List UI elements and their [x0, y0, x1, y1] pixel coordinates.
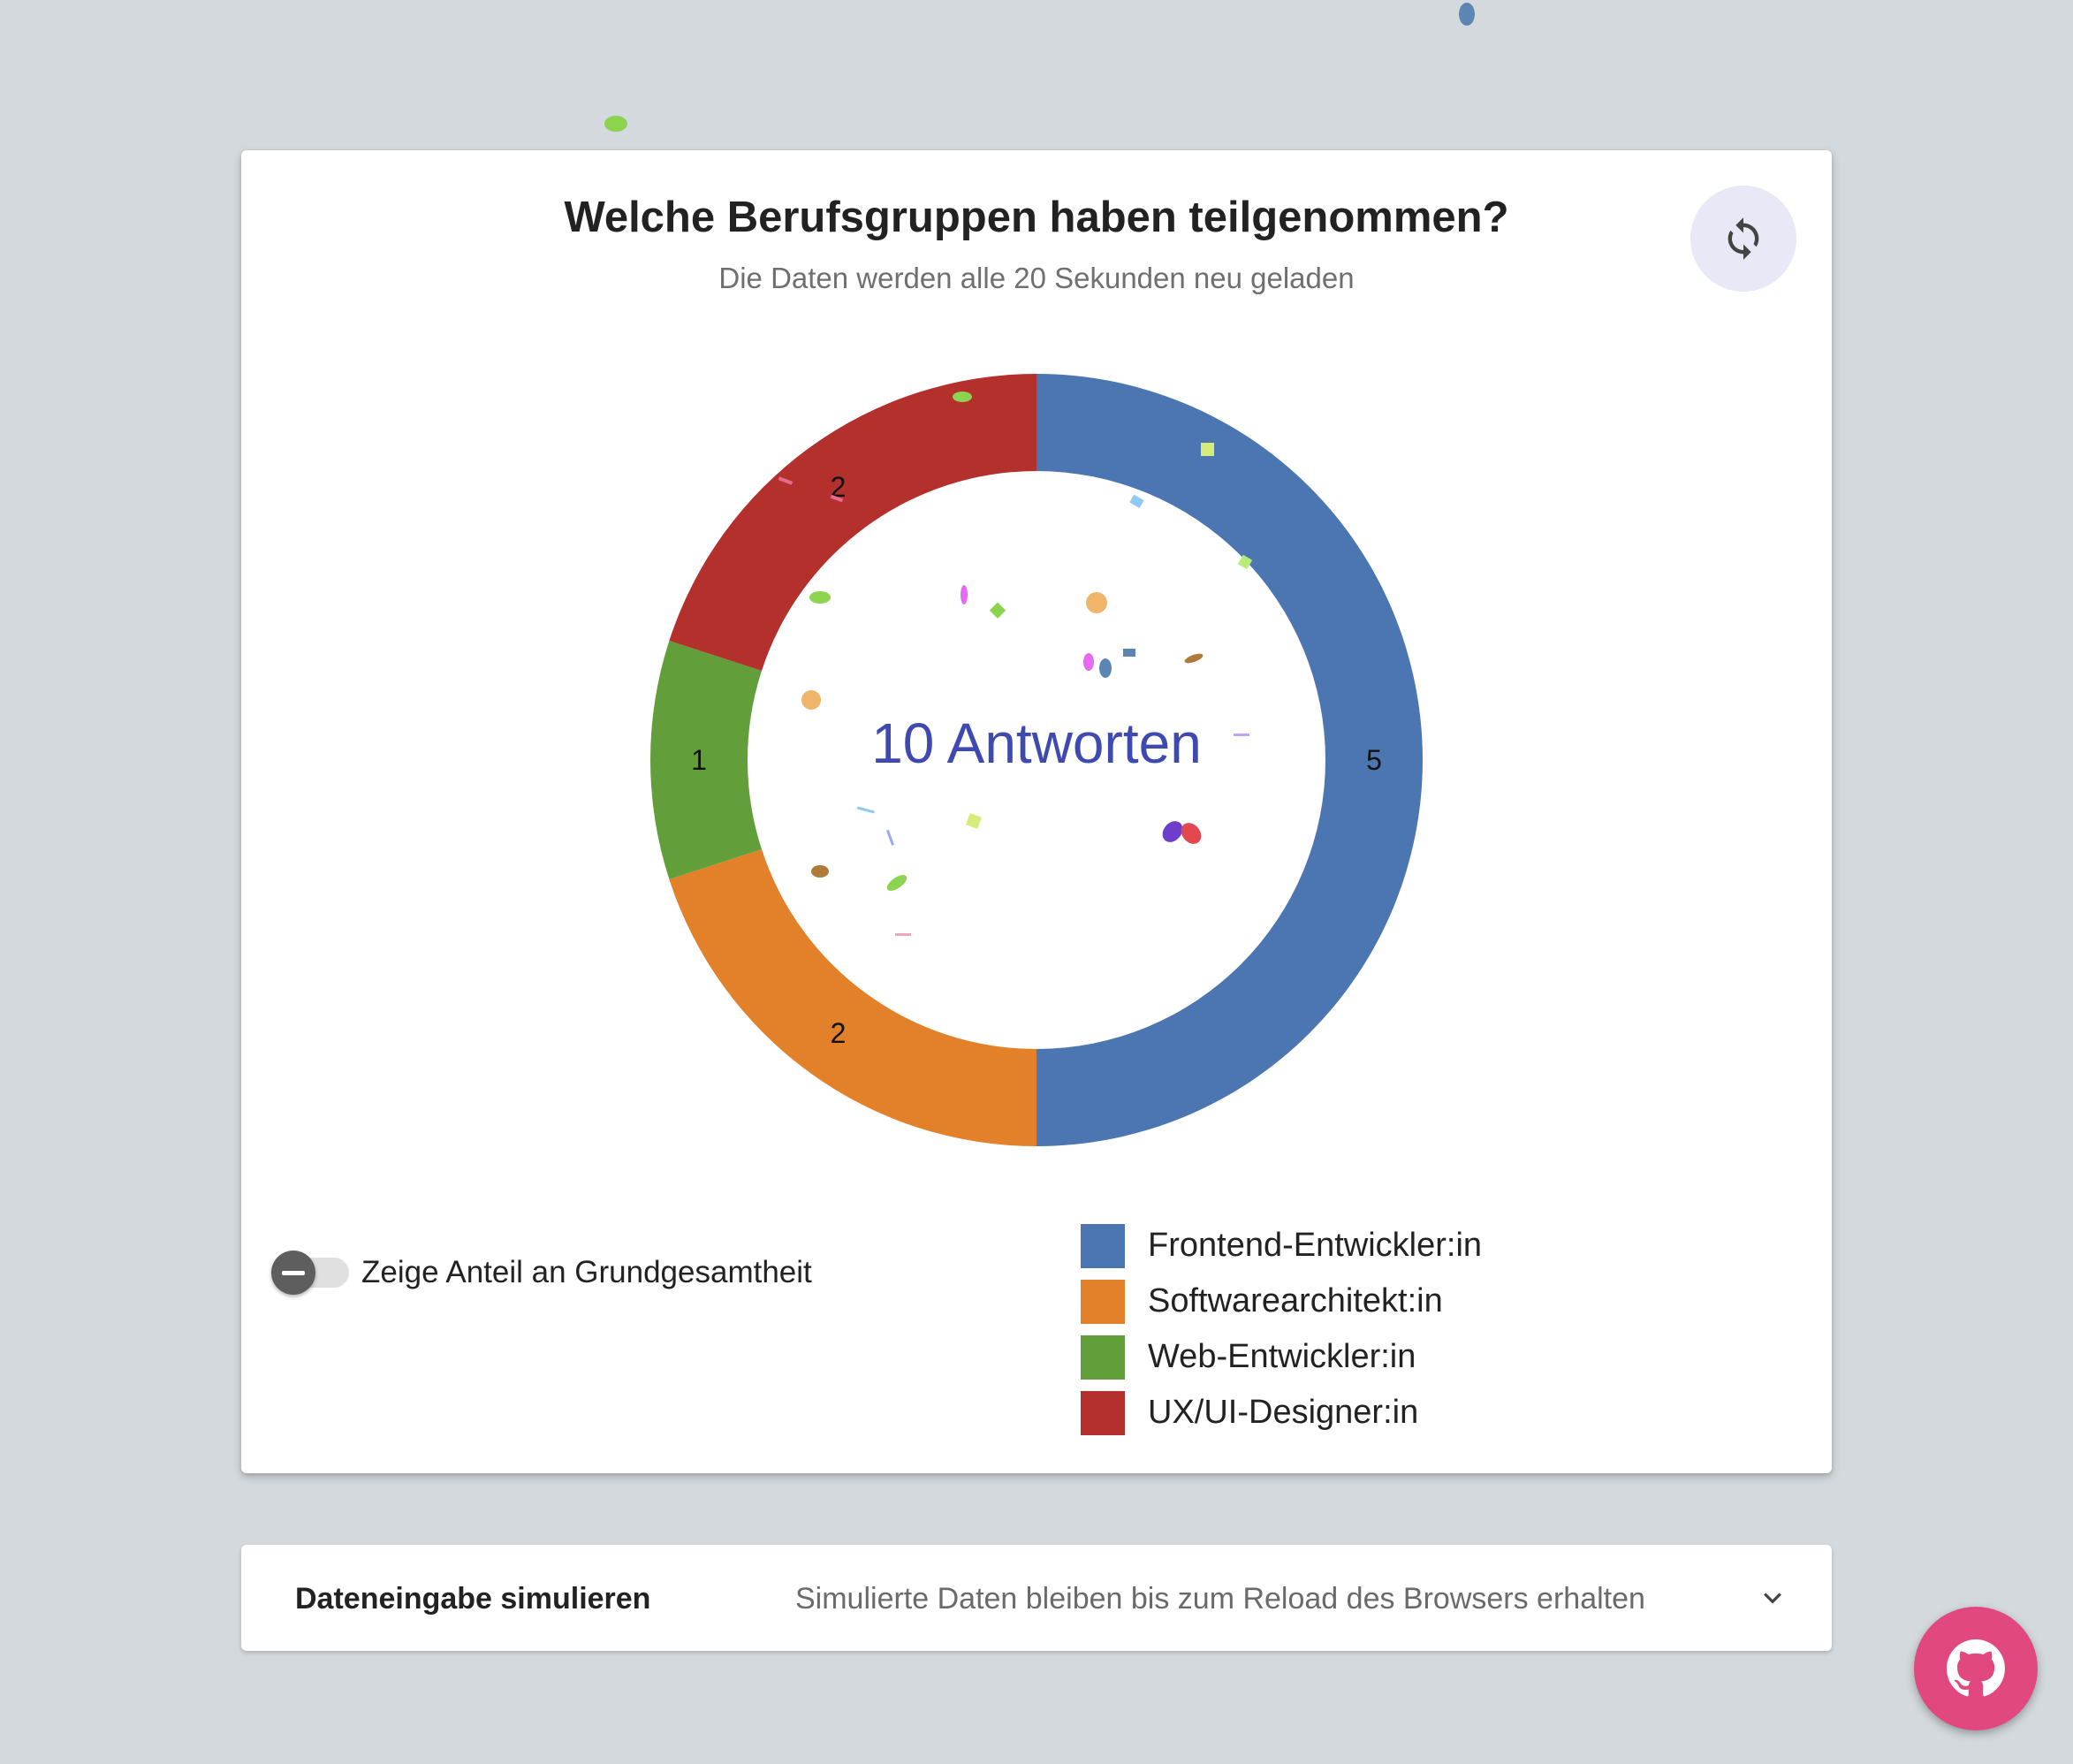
donut-chart: 5212 10 Antworten	[650, 374, 1423, 1146]
proportion-toggle[interactable]: Zeige Anteil an Grundgesamtheit	[271, 1251, 812, 1295]
toggle-label: Zeige Anteil an Grundgesamtheit	[361, 1255, 812, 1289]
slice-value-label: 5	[1366, 744, 1382, 776]
github-button[interactable]	[1914, 1607, 2038, 1730]
simulate-data-accordion[interactable]: Dateneingabe simulieren Simulierte Daten…	[241, 1545, 1832, 1651]
legend-swatch	[1081, 1279, 1125, 1324]
accordion-description: Simulierte Daten bleiben bis zum Reload …	[795, 1582, 1645, 1616]
github-icon	[1947, 1639, 2005, 1697]
legend-item[interactable]: Frontend-Entwickler:in	[1081, 1218, 1482, 1274]
legend-swatch	[1081, 1390, 1125, 1435]
legend-label: Frontend-Entwickler:in	[1148, 1227, 1483, 1264]
legend-label: Softwarearchitekt:in	[1148, 1282, 1443, 1319]
accordion-title: Dateneingabe simulieren	[295, 1582, 651, 1616]
legend-label: Web-Entwickler:in	[1148, 1338, 1416, 1375]
toggle-track[interactable]	[271, 1251, 349, 1295]
toggle-knob[interactable]	[271, 1251, 315, 1295]
chart-legend: Frontend-Entwickler:in Softwarearchitekt:…	[1081, 1218, 1482, 1441]
slice-value-label: 1	[691, 744, 707, 776]
legend-item[interactable]: UX/UI-Designer:in	[1081, 1385, 1482, 1441]
legend-item[interactable]: Softwarearchitekt:in	[1081, 1274, 1482, 1329]
legend-swatch	[1081, 1223, 1125, 1268]
legend-swatch	[1081, 1334, 1125, 1380]
chevron-down-icon[interactable]	[1755, 1580, 1790, 1616]
donut-slice-2[interactable]	[669, 849, 1036, 1146]
donut-center-label: 10 Antworten	[871, 711, 1202, 775]
chart-card: Welche Berufsgruppen haben teilgenommen?…	[241, 150, 1832, 1473]
donut-slice-4[interactable]	[669, 374, 1036, 671]
slice-value-label: 2	[831, 1017, 847, 1049]
minus-icon	[282, 1270, 305, 1275]
legend-item[interactable]: Web-Entwickler:in	[1081, 1329, 1482, 1385]
legend-label: UX/UI-Designer:in	[1148, 1394, 1419, 1431]
